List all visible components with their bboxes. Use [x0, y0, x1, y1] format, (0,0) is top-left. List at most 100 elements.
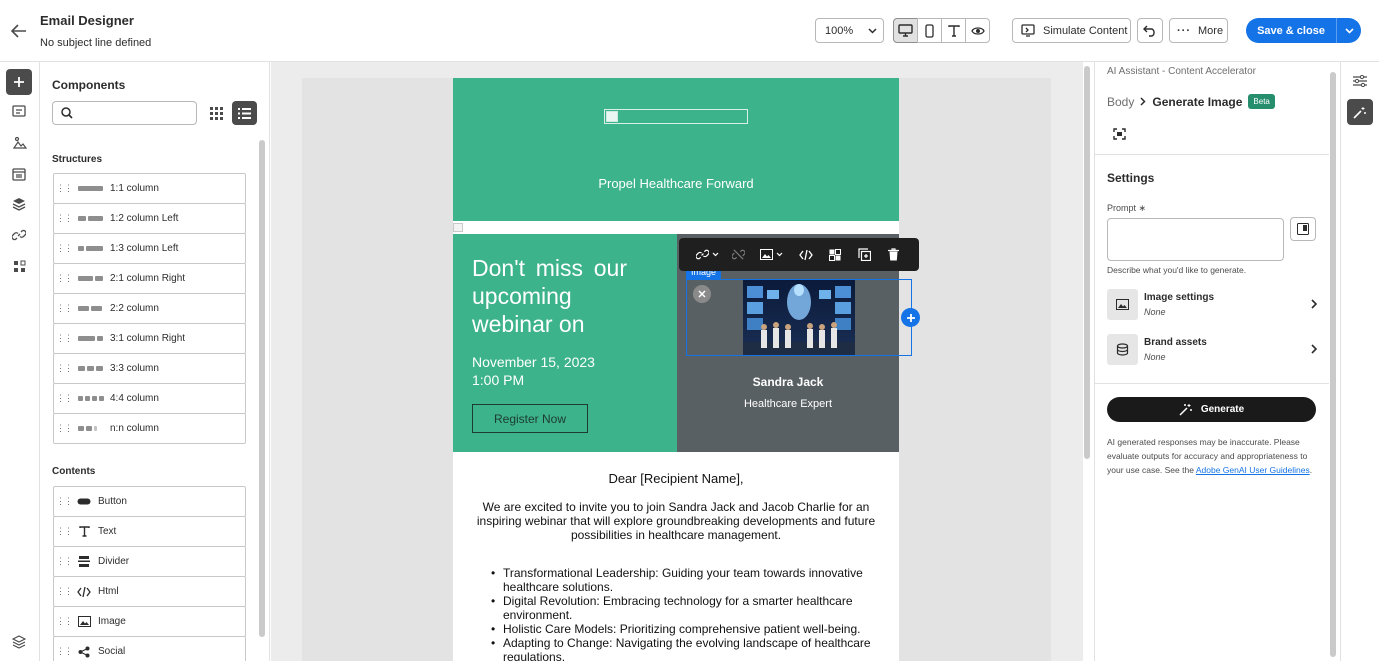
grid-view-button[interactable] — [204, 101, 228, 125]
broken-image-icon — [606, 111, 618, 122]
breadcrumb-current: Generate Image — [1152, 94, 1243, 109]
structure-1-2-column-left[interactable]: ⋮⋮ 1:2 column Left — [53, 203, 246, 234]
save-close-button[interactable]: Save & close — [1246, 18, 1337, 43]
component-toolbar — [679, 238, 919, 271]
apps-button[interactable] — [6, 253, 32, 279]
text-view-button[interactable] — [941, 18, 966, 43]
content-divider[interactable]: ⋮⋮ Divider — [53, 546, 246, 577]
more-button[interactable]: ··· More — [1169, 18, 1228, 43]
fragments-button[interactable] — [6, 99, 32, 125]
drag-handle-icon: ⋮⋮ — [56, 333, 73, 343]
link-icon — [695, 249, 709, 260]
simulate-icon — [1021, 24, 1035, 37]
add-components-button[interactable] — [6, 69, 32, 95]
drag-handle-icon: ⋮⋮ — [56, 183, 73, 193]
hero-section[interactable]: Propel Healthcare Forward — [453, 78, 899, 221]
drag-handle-icon: ⋮⋮ — [56, 303, 73, 313]
image-icon — [759, 249, 773, 260]
chevron-down-icon — [868, 27, 877, 34]
image-icon — [74, 616, 94, 627]
chevron-down-icon — [712, 252, 718, 257]
unlink-button[interactable] — [725, 238, 751, 271]
content-html[interactable]: ⋮⋮ Html — [53, 576, 246, 607]
canvas-scrollbar[interactable] — [1084, 66, 1090, 459]
drag-handle-icon: ⋮⋮ — [56, 273, 73, 283]
structure-n-n-column[interactable]: ⋮⋮ n:n column — [53, 413, 246, 444]
undo-button[interactable] — [1137, 18, 1163, 43]
right-tool-rail — [1340, 62, 1379, 661]
content-text[interactable]: ⋮⋮ Text — [53, 516, 246, 547]
structure-4-4-column[interactable]: ⋮⋮ 4:4 column — [53, 383, 246, 414]
generate-label: Generate — [1200, 404, 1245, 415]
desktop-view-button[interactable] — [893, 18, 918, 43]
prompt-hint: Describe what you'd like to generate. — [1107, 265, 1247, 275]
components-scrollbar[interactable] — [259, 140, 265, 637]
content-button[interactable]: ⋮⋮ Button — [53, 486, 246, 517]
image-settings-row[interactable]: Image settings None — [1107, 288, 1317, 320]
mobile-view-button[interactable] — [917, 18, 942, 43]
ellipsis-icon: ··· — [1177, 24, 1191, 37]
structure-2-2-column[interactable]: ⋮⋮ 2:2 column — [53, 293, 246, 324]
zoom-select[interactable]: 100% — [815, 18, 884, 43]
close-icon — [698, 290, 706, 298]
ai-assistant-button[interactable] — [1347, 99, 1373, 125]
assistant-scrollbar[interactable] — [1330, 72, 1336, 657]
duplicate-icon — [857, 248, 871, 261]
add-component-button[interactable] — [901, 308, 920, 327]
save-options-dropdown[interactable] — [1337, 18, 1361, 43]
structure-3-3-column[interactable]: ⋮⋮ 3:3 column — [53, 353, 246, 384]
properties-button[interactable] — [1347, 68, 1373, 94]
generate-button[interactable]: Generate — [1107, 397, 1316, 422]
genai-guidelines-link[interactable]: Adobe GenAI User Guidelines — [1196, 465, 1310, 475]
simulate-content-button[interactable]: Simulate Content — [1012, 18, 1131, 43]
left-tool-rail — [0, 62, 40, 661]
remove-image-button[interactable] — [693, 285, 711, 303]
structure-1-1-column[interactable]: ⋮⋮ 1:1 column — [53, 173, 246, 204]
structure-2-1-column-right[interactable]: ⋮⋮ 2:1 column Right — [53, 263, 246, 294]
delete-button[interactable] — [879, 238, 907, 271]
components-search-input[interactable] — [52, 101, 197, 125]
links-button[interactable] — [6, 222, 32, 248]
list-view-button[interactable] — [232, 101, 257, 125]
assets-button[interactable] — [6, 130, 32, 156]
expand-button[interactable] — [1113, 128, 1126, 140]
content-social[interactable]: ⋮⋮ Social — [53, 636, 246, 661]
spacer — [453, 221, 899, 234]
layers-button[interactable] — [6, 191, 32, 217]
drag-handle-icon: ⋮⋮ — [56, 526, 73, 536]
magic-wand-icon — [1179, 404, 1192, 416]
structure-1-3-column-left[interactable]: ⋮⋮ 1:3 column Left — [53, 233, 246, 264]
code-icon — [74, 586, 94, 597]
breadcrumb-body[interactable]: Body — [1107, 95, 1134, 109]
list-item: Transformational Leadership: Guiding you… — [491, 566, 893, 594]
content-image[interactable]: ⋮⋮ Image — [53, 606, 246, 637]
preview-button[interactable] — [965, 18, 990, 43]
brand-assets-row[interactable]: Brand assets None — [1107, 333, 1317, 365]
drag-handle-icon: ⋮⋮ — [56, 243, 73, 253]
structure-3-1-column-right[interactable]: ⋮⋮ 3:1 column Right — [53, 323, 246, 354]
image-settings-label: Image settings — [1144, 291, 1215, 303]
brand-assets-label: Brand assets — [1144, 336, 1207, 348]
broken-image-icon — [453, 223, 463, 232]
image-menu-button[interactable] — [751, 238, 791, 271]
contents-heading: Contents — [52, 466, 96, 477]
html-source-button[interactable] — [791, 238, 821, 271]
link-menu-button[interactable] — [689, 238, 725, 271]
webinar-section[interactable]: Don't miss our upcoming webinar on Novem… — [453, 234, 677, 452]
save-fragment-button[interactable] — [821, 238, 849, 271]
duplicate-button[interactable] — [849, 238, 879, 271]
broken-logo-image[interactable] — [604, 109, 748, 124]
image-settings-icon — [1107, 288, 1138, 320]
layout-3-1-icon — [74, 336, 110, 341]
prompt-textarea[interactable] — [1107, 218, 1284, 261]
back-arrow-icon[interactable] — [8, 20, 30, 42]
trash-icon — [887, 248, 899, 261]
app-title: Email Designer — [40, 13, 134, 28]
fragments-icon — [12, 105, 26, 117]
register-now-button[interactable]: Register Now — [472, 404, 588, 433]
prompt-library-button[interactable] — [1290, 217, 1316, 241]
history-button[interactable] — [6, 629, 32, 655]
speaker-name: Sandra Jack — [752, 375, 824, 389]
templates-button[interactable] — [6, 161, 32, 187]
list-view-icon — [238, 107, 251, 119]
